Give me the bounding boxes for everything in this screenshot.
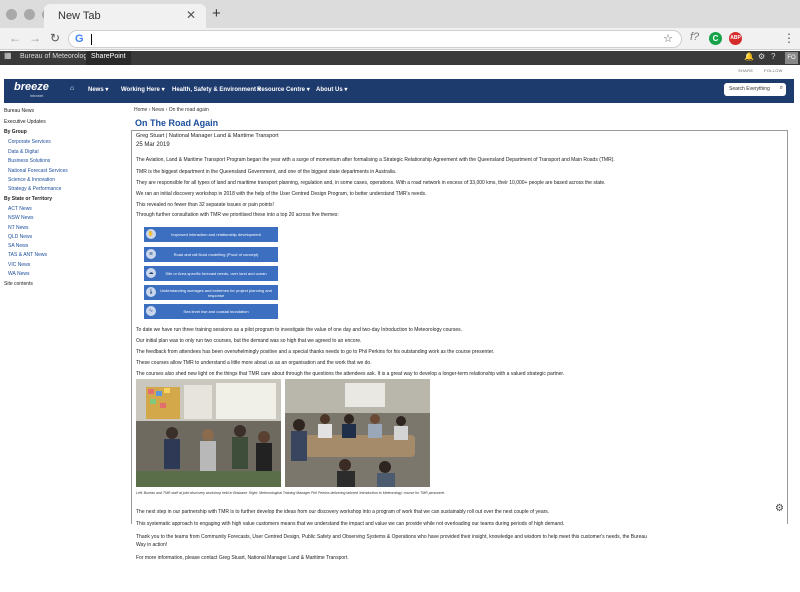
home-icon[interactable]: ⌂ — [70, 85, 74, 92]
leftnav-wa-news[interactable]: WA News — [8, 271, 29, 277]
paragraph: They are responsible for all types of la… — [136, 180, 606, 186]
paragraph: We ran an initial discovery workshop in … — [136, 191, 427, 197]
nav-health-safety[interactable]: Health, Safety & Environment ▾ — [172, 86, 261, 93]
star-icon[interactable]: ☆ — [663, 32, 673, 45]
paragraph: TMR is the biggest department in the Que… — [136, 169, 397, 175]
leftnav-business-solutions[interactable]: Business Solutions — [8, 158, 50, 164]
leftnav-nt-news[interactable]: NT News — [8, 225, 28, 231]
paragraph: This systematic approach to engaging wit… — [136, 521, 565, 527]
training-photo — [285, 379, 430, 487]
page-title: On The Road Again — [135, 118, 219, 128]
paragraph: Thank you to the teams from Community Fo… — [136, 534, 647, 540]
app-launcher-icon[interactable]: ▦ — [4, 51, 12, 60]
search-placeholder: Search Everything — [729, 86, 770, 92]
theme-item: ☁ Site or Area specific forecast needs, … — [144, 266, 278, 281]
browser-window: New Tab ✕ + ← → ↻ G ☆ f? C ABP ⋮ ▦ Burea… — [0, 0, 800, 592]
leftnav-tas-ant-news[interactable]: TAS & ANT News — [8, 252, 47, 258]
notifications-icon[interactable]: 🔔 — [744, 52, 754, 61]
nav-resource-centre[interactable]: Resource Centre ▾ — [257, 86, 310, 93]
avatar[interactable]: FO — [785, 52, 798, 64]
handshake-icon: ✋ — [146, 229, 156, 239]
leftnav-science-innovation[interactable]: Science & Innovation — [8, 177, 55, 183]
share-follow-bar: SHARE FOLLOW — [0, 65, 800, 77]
search-input[interactable]: Search Everything ⌕ — [724, 83, 786, 96]
wave-icon: ∿ — [146, 306, 156, 316]
paragraph: The Aviation, Land & Maritime Transport … — [136, 157, 615, 163]
photo-caption: Left: Bureau and TMR staff at joint disc… — [136, 491, 446, 495]
leftnav-data-digital[interactable]: Data & Digital — [8, 149, 39, 155]
minimize-window-icon[interactable] — [24, 9, 35, 20]
article-date: 25 Mar 2019 — [136, 142, 170, 148]
logo-subtitle: intranet — [30, 93, 44, 98]
paragraph: Way in action! — [136, 542, 168, 548]
paragraph: To date we have run three training sessi… — [136, 327, 463, 333]
settings-icon[interactable]: ⚙ — [758, 52, 765, 61]
gear-icon[interactable]: ⚙ — [775, 503, 784, 514]
thermometer-icon: 🌡 — [146, 287, 156, 297]
nav-about-us[interactable]: About Us ▾ — [316, 86, 347, 93]
text-cursor — [91, 34, 92, 45]
logo-text: breeze — [14, 81, 49, 93]
search-icon[interactable]: ⌕ — [780, 85, 783, 92]
grammarly-extension-icon[interactable]: C — [709, 32, 722, 45]
paragraph: The courses also shed new light on the t… — [136, 371, 565, 377]
paragraph: The feedback from attendees has been ove… — [136, 349, 495, 355]
breeze-logo[interactable]: breeze intranet — [10, 81, 60, 101]
leftnav-national-forecast-services[interactable]: National Forecast Services — [8, 168, 68, 174]
follow-button[interactable]: FOLLOW — [764, 68, 783, 73]
article-main: Home › News › On the road again On The R… — [131, 104, 791, 592]
paragraph: The next step in our partnership with TM… — [136, 509, 550, 515]
help-icon[interactable]: ? — [771, 52, 775, 61]
paragraph: These courses allow TMR to understand a … — [136, 360, 372, 366]
paragraph: This revealed no fewer than 32 separate … — [136, 202, 274, 208]
workshop-photo — [136, 379, 281, 487]
leftnav-qld-news[interactable]: QLD News — [8, 234, 32, 240]
sharepoint-label[interactable]: SharePoint — [86, 51, 131, 65]
leftnav-nsw-news[interactable]: NSW News — [8, 215, 34, 221]
tab-new-tab[interactable]: New Tab ✕ — [44, 4, 206, 28]
adblock-extension-icon[interactable]: ABP — [729, 32, 742, 45]
leftnav-by-group[interactable]: By Group — [4, 129, 27, 135]
browser-toolbar: ← → ↻ G ☆ f? C ABP ⋮ — [0, 28, 800, 50]
forward-arrow-icon[interactable]: → — [29, 31, 41, 45]
tab-title: New Tab — [58, 10, 101, 22]
paragraph: Through further consultation with TMR we… — [136, 212, 339, 218]
nav-working-here[interactable]: Working Here ▾ — [121, 86, 165, 93]
share-button[interactable]: SHARE — [738, 68, 753, 73]
reload-icon[interactable]: ↻ — [50, 31, 60, 45]
leftnav-site-contents[interactable]: Site contents — [4, 281, 33, 287]
tab-strip: New Tab ✕ + — [0, 0, 800, 28]
site-header: breeze intranet ⌂ News ▾ Working Here ▾ … — [4, 79, 794, 103]
leftnav-executive-updates[interactable]: Executive Updates — [4, 119, 46, 125]
address-bar[interactable]: G ☆ — [68, 30, 682, 48]
article-body: Greg Stuart | National Manager Land & Ma… — [131, 130, 788, 524]
sharepoint-suite-bar: ▦ Bureau of Meteorology SharePoint 🔔 ⚙ ?… — [0, 51, 800, 65]
leftnav-act-news[interactable]: ACT News — [8, 206, 32, 212]
flood-icon: ≋ — [146, 249, 156, 259]
paragraph: Our initial plan was to only run two cou… — [136, 338, 362, 344]
nav-news[interactable]: News ▾ — [88, 86, 108, 93]
article-author: Greg Stuart | National Manager Land & Ma… — [136, 133, 279, 139]
theme-item: ✋ Improved interaction and relationship … — [144, 227, 278, 242]
tab-close-icon[interactable]: ✕ — [186, 8, 196, 22]
back-arrow-icon[interactable]: ← — [9, 31, 21, 45]
weather-icon: ☁ — [146, 268, 156, 278]
google-icon: G — [75, 33, 84, 45]
leftnav-vic-news[interactable]: VIC News — [8, 262, 30, 268]
leftnav-strategy-performance[interactable]: Strategy & Performance — [8, 186, 61, 192]
theme-item: 🌡 Understanding averages and extremes fo… — [144, 285, 278, 300]
new-tab-icon[interactable]: + — [212, 5, 221, 22]
menu-icon[interactable]: ⋮ — [783, 31, 795, 45]
site-link[interactable]: Bureau of Meteorology — [20, 53, 91, 60]
leftnav-sa-news[interactable]: SA News — [8, 243, 28, 249]
paragraph: For more information, please contact Gre… — [136, 555, 349, 561]
theme-item: ∿ Sea level rise and coastal inundation — [144, 304, 278, 319]
breadcrumb[interactable]: Home › News › On the road again — [134, 107, 209, 113]
leftnav-corporate-services[interactable]: Corporate Services — [8, 139, 51, 145]
leftnav-by-state[interactable]: By State or Territory — [4, 196, 52, 202]
theme-item: ≋ Road and rail flood modelling (Proof o… — [144, 247, 278, 262]
leftnav-bureau-news[interactable]: Bureau News — [4, 108, 34, 114]
formula-extension-icon[interactable]: f? — [690, 31, 699, 43]
close-window-icon[interactable] — [6, 9, 17, 20]
